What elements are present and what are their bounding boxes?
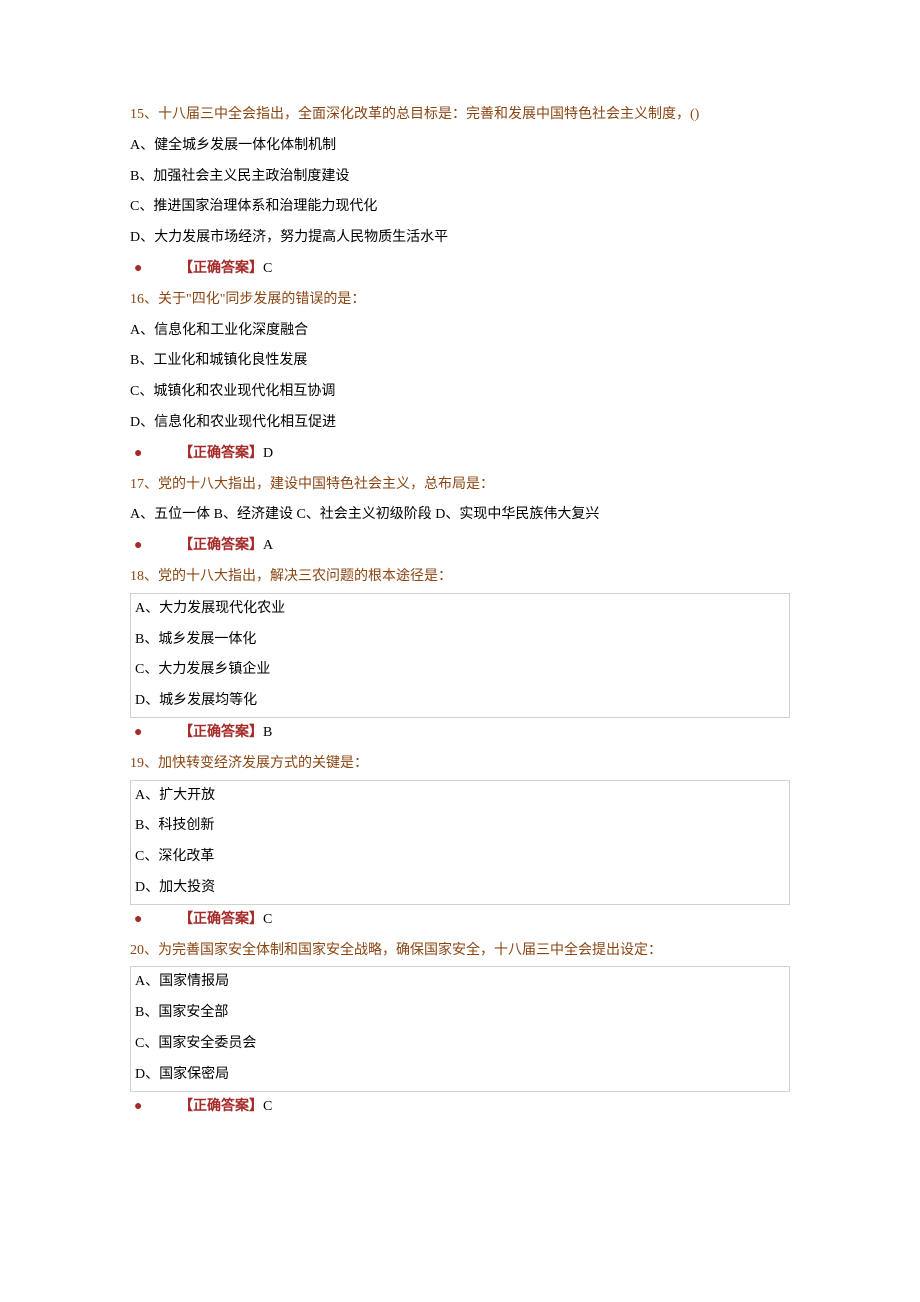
- option-text: D、国家保密局: [135, 1060, 785, 1091]
- answer-label: 【正确答案】: [179, 718, 263, 749]
- bullet-icon: ●: [130, 718, 179, 749]
- option-text: B、国家安全部: [135, 998, 785, 1029]
- answer-label: 【正确答案】: [179, 254, 263, 285]
- option-text: B、加强社会主义民主政治制度建设: [130, 162, 790, 193]
- answer-line: ● 【正确答案】C: [130, 254, 790, 285]
- answer-label: 【正确答案】: [179, 439, 263, 470]
- question-text: 19、加快转变经济发展方式的关键是：: [130, 749, 790, 780]
- answer-value: D: [263, 439, 273, 470]
- option-text: C、推进国家治理体系和治理能力现代化: [130, 192, 790, 223]
- question-text: 18、党的十八大指出，解决三农问题的根本途径是：: [130, 562, 790, 593]
- answer-value: B: [263, 718, 272, 749]
- option-text: A、国家情报局: [135, 967, 785, 998]
- question-text: 17、党的十八大指出，建设中国特色社会主义，总布局是：: [130, 470, 790, 501]
- option-text: C、深化改革: [135, 842, 785, 873]
- answer-value: C: [263, 254, 272, 285]
- answer-label: 【正确答案】: [179, 531, 263, 562]
- option-text: A、大力发展现代化农业: [135, 594, 785, 625]
- bullet-icon: ●: [130, 905, 179, 936]
- question-text: 15、十八届三中全会指出，全面深化改革的总目标是：完善和发展中国特色社会主义制度…: [130, 100, 790, 131]
- options-box: A、扩大开放 B、科技创新 C、深化改革 D、加大投资: [130, 780, 790, 905]
- answer-line: ● 【正确答案】A: [130, 531, 790, 562]
- document-body: 15、十八届三中全会指出，全面深化改革的总目标是：完善和发展中国特色社会主义制度…: [130, 100, 790, 1122]
- bullet-icon: ●: [130, 1092, 179, 1123]
- answer-label: 【正确答案】: [179, 905, 263, 936]
- option-text: A、五位一体 B、经济建设 C、社会主义初级阶段 D、实现中华民族伟大复兴: [130, 500, 790, 531]
- bullet-icon: ●: [130, 254, 179, 285]
- option-text: B、工业化和城镇化良性发展: [130, 346, 790, 377]
- option-text: C、国家安全委员会: [135, 1029, 785, 1060]
- answer-line: ● 【正确答案】C: [130, 905, 790, 936]
- answer-value: A: [263, 531, 273, 562]
- bullet-icon: ●: [130, 439, 179, 470]
- option-text: B、城乡发展一体化: [135, 625, 785, 656]
- options-box: A、国家情报局 B、国家安全部 C、国家安全委员会 D、国家保密局: [130, 966, 790, 1091]
- option-text: D、信息化和农业现代化相互促进: [130, 408, 790, 439]
- answer-value: C: [263, 1092, 272, 1123]
- option-text: C、大力发展乡镇企业: [135, 655, 785, 686]
- answer-line: ● 【正确答案】C: [130, 1092, 790, 1123]
- option-text: D、城乡发展均等化: [135, 686, 785, 717]
- option-text: C、城镇化和农业现代化相互协调: [130, 377, 790, 408]
- option-text: B、科技创新: [135, 811, 785, 842]
- option-text: A、扩大开放: [135, 781, 785, 812]
- bullet-icon: ●: [130, 531, 179, 562]
- answer-line: ● 【正确答案】B: [130, 718, 790, 749]
- options-box: A、大力发展现代化农业 B、城乡发展一体化 C、大力发展乡镇企业 D、城乡发展均…: [130, 593, 790, 718]
- option-text: D、大力发展市场经济，努力提高人民物质生活水平: [130, 223, 790, 254]
- question-text: 16、关于"四化"同步发展的错误的是：: [130, 285, 790, 316]
- option-text: A、健全城乡发展一体化体制机制: [130, 131, 790, 162]
- question-text: 20、为完善国家安全体制和国家安全战略，确保国家安全，十八届三中全会提出设定：: [130, 936, 790, 967]
- answer-value: C: [263, 905, 272, 936]
- option-text: D、加大投资: [135, 873, 785, 904]
- answer-line: ● 【正确答案】D: [130, 439, 790, 470]
- option-text: A、信息化和工业化深度融合: [130, 316, 790, 347]
- answer-label: 【正确答案】: [179, 1092, 263, 1123]
